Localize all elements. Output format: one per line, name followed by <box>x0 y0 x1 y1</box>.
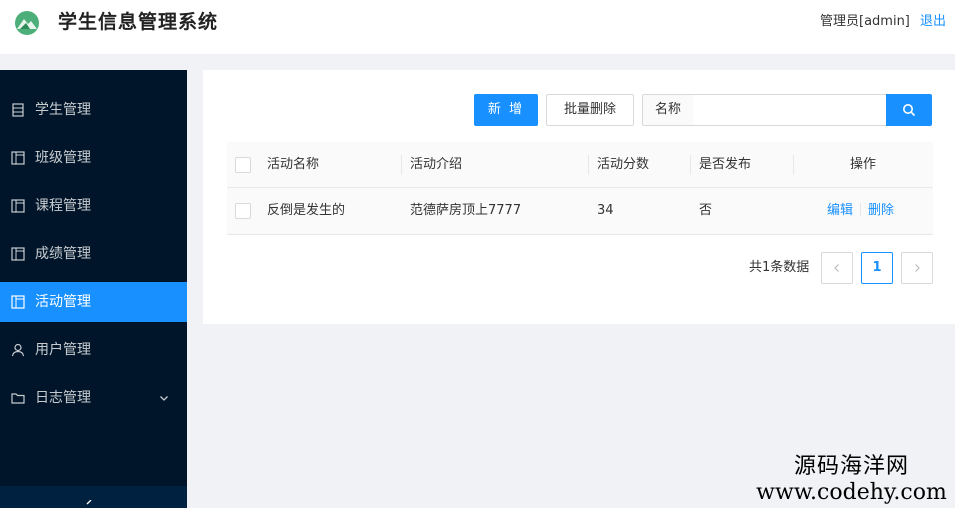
search-addon-label: 名称 <box>642 94 694 126</box>
layout-icon <box>11 295 25 309</box>
pagination-total: 共1条数据 <box>749 260 810 275</box>
search-button[interactable] <box>886 94 932 126</box>
column-divider <box>588 155 589 175</box>
column-divider <box>690 155 691 175</box>
sidebar-item-label: 活动管理 <box>35 294 91 310</box>
edit-link[interactable]: 编辑 <box>827 203 853 218</box>
action-divider <box>860 203 862 216</box>
batch-delete-button[interactable]: 批量删除 <box>546 94 634 126</box>
folder-icon <box>11 393 25 404</box>
sidebar-item-courses[interactable]: 课程管理 <box>0 186 187 226</box>
row-checkbox[interactable] <box>235 203 251 219</box>
watermark-title: 源码海洋网 <box>793 454 909 479</box>
layout-icon <box>11 151 25 165</box>
chevron-down-icon <box>160 396 168 401</box>
sidebar-menu: 学生管理 班级管理 课程管理 成绩管理 活动管理 用户管理 日志管理 <box>0 70 187 508</box>
sidebar-item-logs[interactable]: 日志管理 <box>0 378 187 418</box>
search-icon <box>903 104 916 117</box>
column-header-intro: 活动介绍 <box>410 157 463 172</box>
select-all-checkbox[interactable] <box>235 157 251 173</box>
chevron-left-icon <box>834 264 839 272</box>
sidebar-item-students[interactable]: 学生管理 <box>0 90 187 130</box>
next-page-button[interactable] <box>901 252 933 284</box>
main-content-card: 新 增 批量删除 名称 活动名称 活动介绍 活动分数 是否发布 操作 反倒是发生… <box>203 70 955 324</box>
column-header-score: 活动分数 <box>597 157 650 172</box>
cell-published: 否 <box>699 203 713 218</box>
sidebar-item-grades[interactable]: 成绩管理 <box>0 234 187 274</box>
logo-icon <box>15 11 39 35</box>
watermark-url: www.codehy.com <box>756 480 947 505</box>
sidebar-item-label: 课程管理 <box>35 198 91 214</box>
sidebar-item-label: 班级管理 <box>35 150 91 166</box>
sidebar-item-label: 日志管理 <box>35 390 91 406</box>
sidebar-item-users[interactable]: 用户管理 <box>0 330 187 370</box>
chevron-left-icon <box>86 500 92 505</box>
sidebar-item-label: 学生管理 <box>35 102 91 118</box>
sidebar-item-label: 用户管理 <box>35 342 91 358</box>
layout-icon <box>11 247 25 261</box>
watermark: 源码海洋网 www.codehy.com <box>748 454 955 506</box>
search-input[interactable] <box>693 94 887 126</box>
column-header-name: 活动名称 <box>267 157 320 172</box>
logout-link[interactable]: 退出 <box>920 13 946 31</box>
sidebar-item-classes[interactable]: 班级管理 <box>0 138 187 178</box>
table-header: 活动名称 活动介绍 活动分数 是否发布 操作 <box>227 142 933 188</box>
chevron-right-icon <box>915 264 920 272</box>
column-header-published: 是否发布 <box>699 157 752 172</box>
cell-intro: 范德萨房顶上7777 <box>410 203 522 218</box>
sidebar-item-activities[interactable]: 活动管理 <box>0 282 187 322</box>
app-title: 学生信息管理系统 <box>58 11 219 33</box>
sidebar-collapse-button[interactable] <box>0 486 187 508</box>
cell-actions: 编辑 删除 <box>827 188 894 234</box>
table-row: 反倒是发生的 范德萨房顶上7777 34 否 编辑 删除 <box>227 188 933 235</box>
table-icon <box>12 103 24 117</box>
cell-name: 反倒是发生的 <box>267 203 346 218</box>
add-button[interactable]: 新 增 <box>474 94 538 126</box>
prev-page-button[interactable] <box>821 252 853 284</box>
page-1-button[interactable]: 1 <box>861 252 893 284</box>
column-divider <box>401 155 402 175</box>
current-user-label: 管理员[admin] <box>820 14 910 29</box>
user-icon <box>11 343 25 357</box>
sidebar-item-label: 成绩管理 <box>35 246 91 262</box>
layout-icon <box>11 199 25 213</box>
top-header: 学生信息管理系统 管理员[admin] 退出 <box>0 0 955 54</box>
column-header-actions: 操作 <box>849 157 876 172</box>
cell-score: 34 <box>597 203 614 218</box>
delete-link[interactable]: 删除 <box>868 203 894 218</box>
